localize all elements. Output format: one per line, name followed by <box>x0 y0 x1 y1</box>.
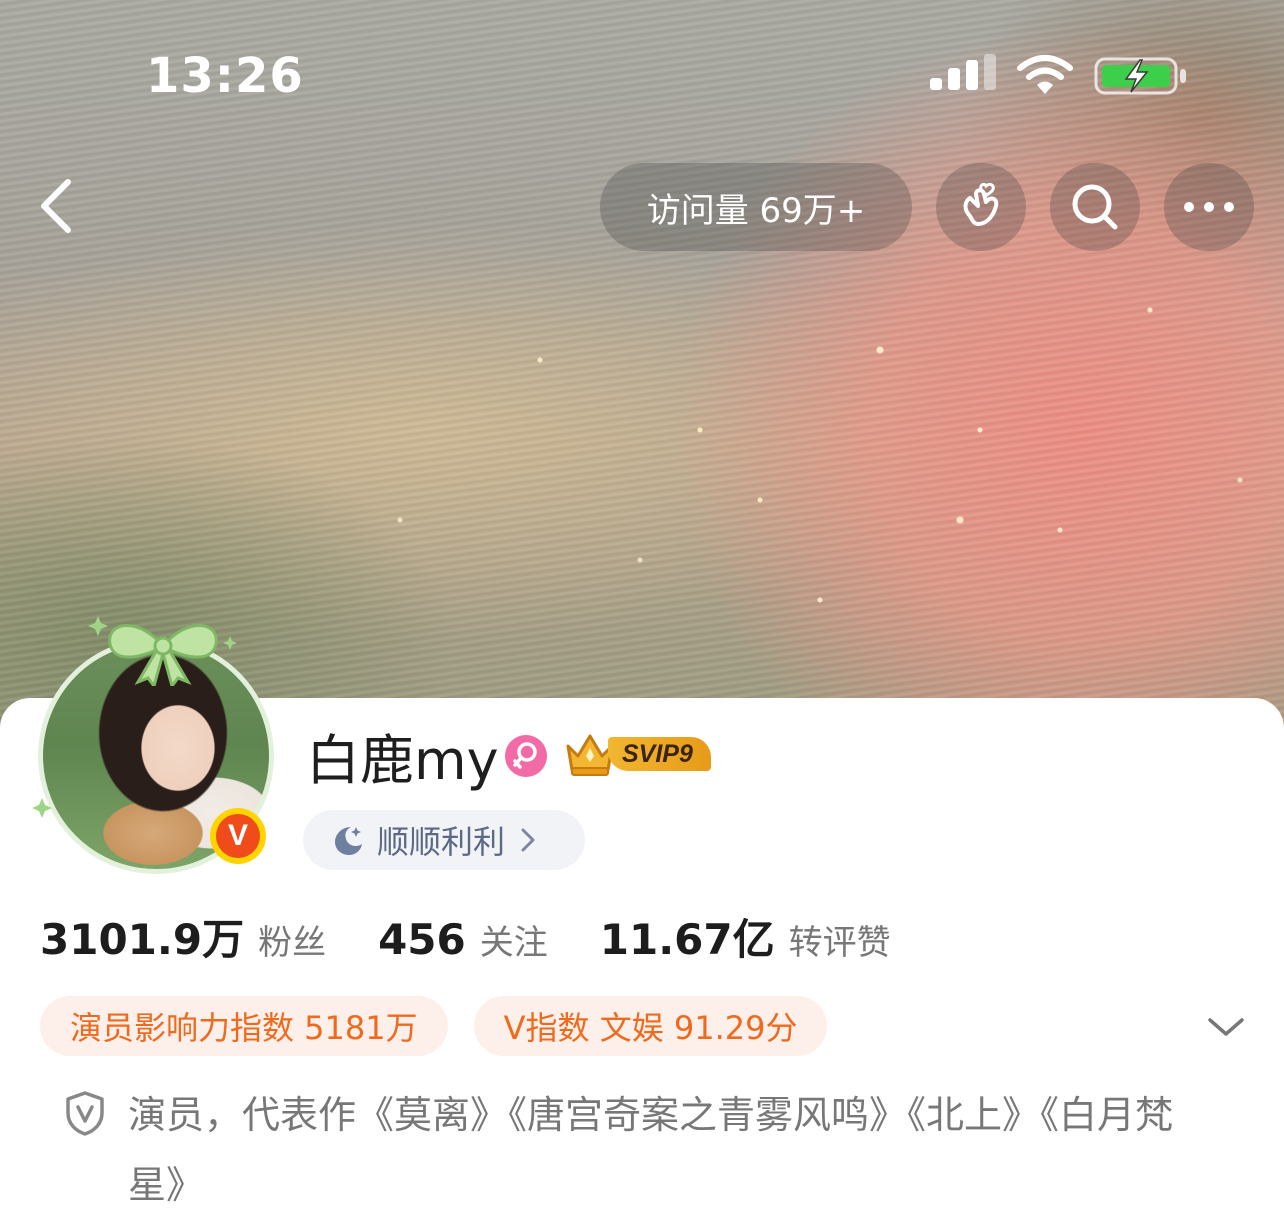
search-button[interactable] <box>1050 163 1140 251</box>
stat-interactions[interactable]: 11.67亿 转评赞 <box>600 906 891 967</box>
following-label: 关注 <box>479 923 548 963</box>
v-index-tag[interactable]: V指数 文娱 91.29分 <box>473 996 828 1056</box>
stat-following[interactable]: 456 关注 <box>378 915 548 964</box>
svip-level-label: SVIP9 <box>608 737 711 771</box>
visits-count-button[interactable]: 访问量 69万+ <box>600 163 912 251</box>
mood-status-button[interactable]: 顺顺利利 <box>303 810 585 870</box>
verification-info: 演员，代表作《莫离》《唐宫奇案之青雾风鸣》《北上》《白月梵星》 <box>64 1080 1224 1220</box>
following-count: 456 <box>378 915 466 964</box>
chevron-right-icon <box>521 828 535 852</box>
verified-badge: V <box>210 808 266 864</box>
greeting-button[interactable] <box>936 163 1026 251</box>
back-icon[interactable] <box>30 176 90 236</box>
mood-label: 顺顺利利 <box>377 823 506 861</box>
female-icon <box>505 735 547 777</box>
status-time: 13:26 <box>146 48 304 104</box>
influence-tags: 演员影响力指数 5181万 V指数 文娱 91.29分 <box>40 996 828 1056</box>
status-icons <box>930 52 1188 100</box>
chevron-down-icon[interactable] <box>1204 1010 1248 1042</box>
battery-charging-icon <box>1094 57 1186 95</box>
svip-badge[interactable]: SVIP9 <box>564 730 711 778</box>
followers-count: 3101.9万 <box>40 915 245 964</box>
search-icon <box>1072 184 1118 230</box>
moon-icon <box>335 827 362 855</box>
interactions-label: 转评赞 <box>788 923 891 963</box>
bow-ribbon-icon <box>88 616 237 686</box>
cellular-signal-icon <box>930 54 996 90</box>
stat-followers[interactable]: 3101.9万 粉丝 <box>40 906 326 967</box>
more-button[interactable] <box>1164 163 1254 251</box>
interactions-count: 11.67亿 <box>599 915 775 964</box>
shield-v-icon <box>66 1091 104 1136</box>
more-icon <box>1184 202 1234 212</box>
profile-stats: 3101.9万 粉丝 456 关注 11.67亿 转评赞 <box>40 906 891 966</box>
sparkle-icon <box>32 798 52 818</box>
verification-text: 演员，代表作《莫离》《唐宫奇案之青雾风鸣》《北上》《白月梵星》 <box>128 1093 1174 1207</box>
wifi-icon <box>1017 55 1073 94</box>
profile-name: 白鹿my <box>306 729 499 792</box>
followers-label: 粉丝 <box>258 923 327 963</box>
actor-influence-tag[interactable]: 演员影响力指数 5181万 <box>40 996 448 1056</box>
hand-heart-icon <box>963 182 999 226</box>
avatar[interactable]: V <box>30 606 280 874</box>
